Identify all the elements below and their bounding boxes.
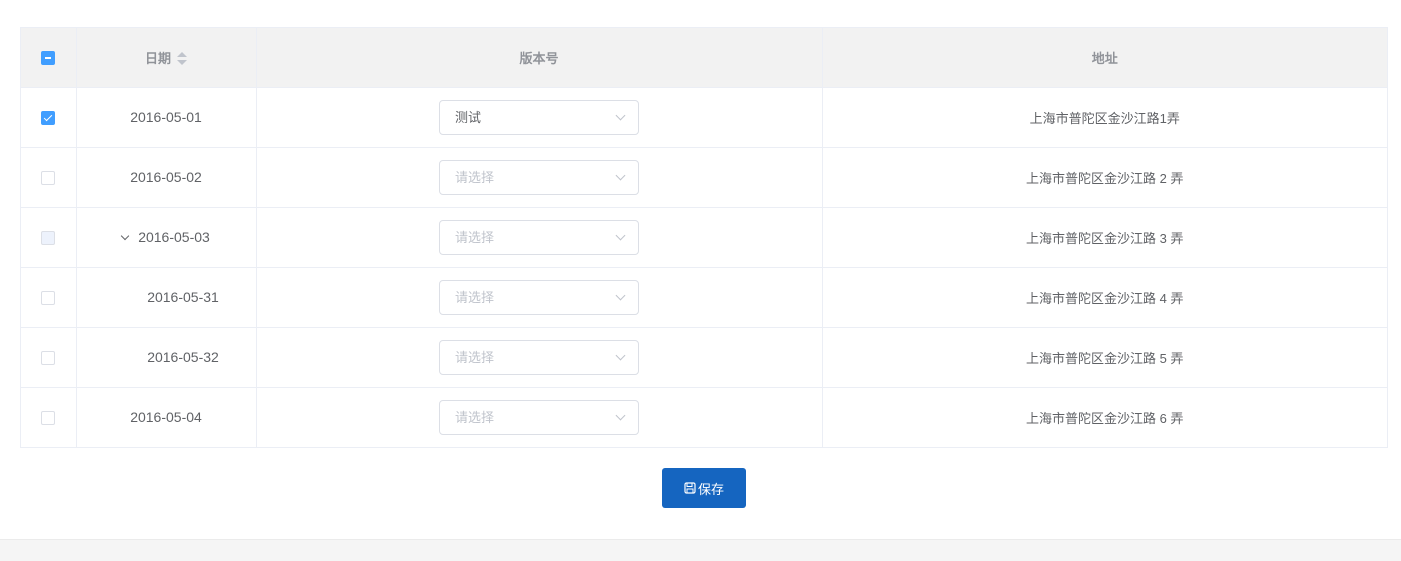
version-select-placeholder: 请选择 [455, 349, 495, 365]
row-checkbox[interactable] [41, 171, 56, 186]
version-select[interactable]: 请选择 [439, 399, 639, 435]
version-select-placeholder: 请选择 [455, 169, 495, 185]
address-cell: 上海市普陀区金沙江路1弄 [822, 87, 1387, 148]
table-row: 2016-05-32 请选择 上海市普陀区金沙江路 5 弄 [21, 327, 1387, 388]
chevron-down-icon [615, 110, 626, 120]
date-cell: 2016-05-03 [76, 207, 257, 268]
date-cell: 2016-05-32 [76, 327, 257, 388]
version-select-placeholder: 请选择 [455, 409, 495, 425]
header-address: 地址 [822, 28, 1387, 88]
date-cell: 2016-05-31 [76, 267, 257, 328]
header-select-all[interactable] [21, 28, 77, 88]
version-select[interactable]: 请选择 [439, 159, 639, 195]
header-date-label: 日期 [144, 50, 171, 66]
table-row: 2016-05-02 请选择 上海市普陀区金沙江路 2 弄 [21, 147, 1387, 208]
expand-chevron-icon[interactable] [120, 231, 130, 241]
version-select-placeholder: 请选择 [455, 289, 495, 305]
address-cell: 上海市普陀区金沙江路 5 弄 [822, 327, 1387, 388]
version-select-placeholder: 请选择 [455, 229, 495, 245]
table-header-row: 日期 版本号 地址 [21, 28, 1387, 88]
address-cell: 上海市普陀区金沙江路 3 弄 [822, 207, 1387, 268]
header-version-label: 版本号 [519, 50, 559, 66]
sort-caret-icon[interactable] [177, 52, 187, 66]
select-all-checkbox[interactable] [41, 51, 56, 66]
date-cell: 2016-05-01 [76, 87, 257, 148]
data-table: 日期 版本号 地址 2016-05-01 测试 上海市普陀区金沙江路1弄 201… [20, 27, 1388, 448]
chevron-down-icon [615, 170, 626, 180]
table-row: 2016-05-31 请选择 上海市普陀区金沙江路 4 弄 [21, 267, 1387, 328]
chevron-down-icon [615, 350, 626, 360]
row-checkbox[interactable] [41, 291, 56, 306]
chevron-down-icon [615, 230, 626, 240]
address-cell: 上海市普陀区金沙江路 2 弄 [822, 147, 1387, 208]
save-button-label: 保存 [697, 481, 724, 497]
header-address-label: 地址 [1091, 50, 1118, 66]
version-select[interactable]: 请选择 [439, 219, 639, 255]
table-row: 2016-05-04 请选择 上海市普陀区金沙江路 6 弄 [21, 387, 1387, 448]
table-row: 2016-05-03 请选择 上海市普陀区金沙江路 3 弄 [21, 207, 1387, 268]
version-select[interactable]: 请选择 [439, 339, 639, 375]
row-checkbox[interactable] [41, 411, 56, 426]
save-icon [684, 482, 696, 494]
table-row: 2016-05-01 测试 上海市普陀区金沙江路1弄 [21, 87, 1387, 148]
header-date[interactable]: 日期 [76, 28, 257, 88]
version-select[interactable]: 测试 [439, 99, 639, 135]
row-checkbox[interactable] [41, 231, 56, 246]
date-text: 2016-05-32 [147, 349, 219, 365]
save-button[interactable]: 保存 [662, 468, 746, 508]
version-select[interactable]: 请选择 [439, 279, 639, 315]
date-text: 2016-05-31 [147, 289, 219, 305]
footer-band [0, 539, 1401, 561]
version-select-value: 测试 [455, 109, 482, 125]
row-checkbox[interactable] [41, 351, 56, 366]
address-cell: 上海市普陀区金沙江路 4 弄 [822, 267, 1387, 328]
chevron-down-icon [615, 410, 626, 420]
date-cell: 2016-05-04 [76, 387, 257, 448]
chevron-down-icon [615, 290, 626, 300]
date-cell: 2016-05-02 [76, 147, 257, 208]
header-version: 版本号 [256, 28, 823, 88]
date-text: 2016-05-03 [138, 229, 210, 245]
row-checkbox[interactable] [41, 111, 56, 126]
address-cell: 上海市普陀区金沙江路 6 弄 [822, 387, 1387, 448]
